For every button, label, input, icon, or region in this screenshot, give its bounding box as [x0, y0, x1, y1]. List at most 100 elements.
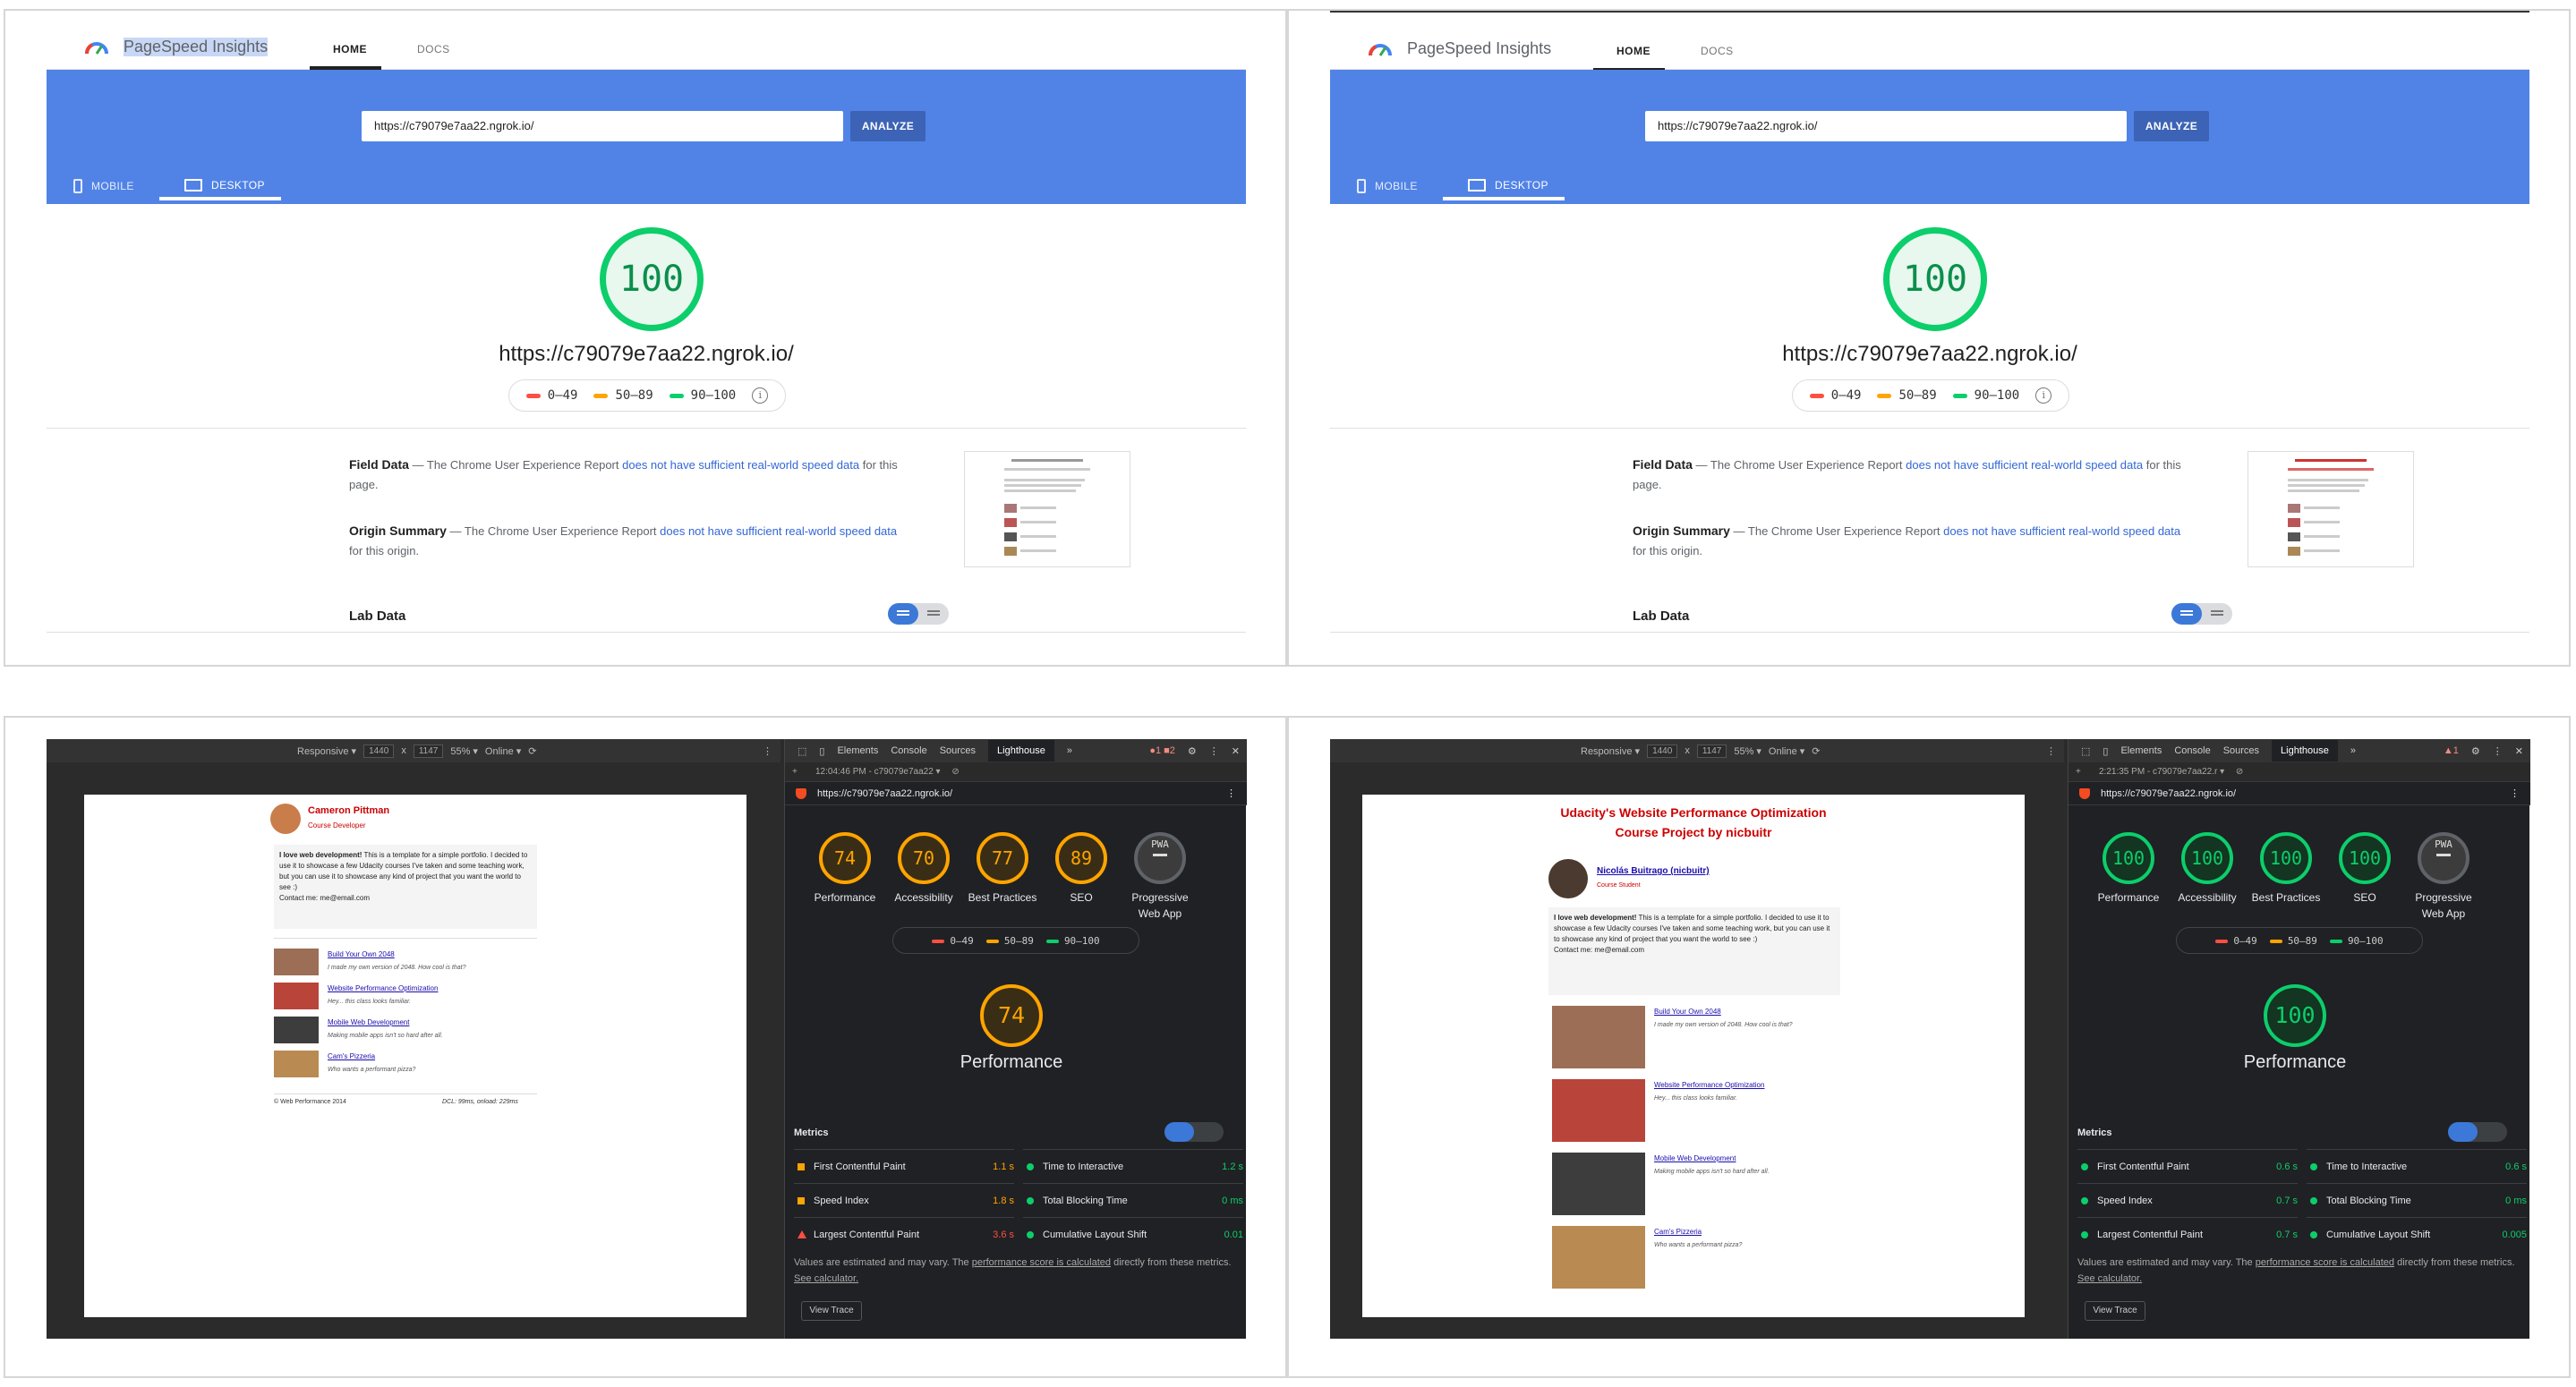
viewport-width-input[interactable]: 1440 [1647, 744, 1678, 758]
tab-home[interactable]: HOME [1616, 45, 1651, 57]
more-options-icon[interactable]: ⋮ [2046, 745, 2056, 757]
responsive-select[interactable]: Responsive ▾ [1581, 745, 1640, 757]
tab-elements[interactable]: Elements [2120, 745, 2162, 756]
clear-icon[interactable]: ⊘ [951, 767, 959, 777]
viewport-scrollbar[interactable] [2051, 762, 2064, 1339]
see-calculator-link[interactable]: See calculator. [2077, 1273, 2142, 1284]
settings-gear-icon[interactable]: ⚙ [1188, 745, 1197, 757]
report-menu-icon[interactable]: ⋮ [1226, 782, 1236, 805]
origin-summary-link[interactable]: does not have sufficient real-world spee… [660, 524, 897, 538]
report-timestamp[interactable]: 2:21:35 PM - c79079e7aa22.r ▾ [2099, 767, 2224, 777]
project-link[interactable]: Build Your Own 2048 [1654, 1008, 1721, 1016]
project-thumbnail[interactable] [274, 1051, 319, 1077]
project-link[interactable]: Website Performance Optimization [1654, 1081, 1764, 1089]
report-selector[interactable]: + 12:04:46 PM - c79079e7aa22 ▾ ⊘ [785, 762, 1247, 782]
tab-desktop[interactable]: DESKTOP [184, 179, 265, 191]
rotate-icon[interactable]: ⟳ [528, 745, 536, 757]
info-icon[interactable]: i [2035, 387, 2052, 404]
clear-icon[interactable]: ⊘ [2236, 767, 2243, 777]
score-calculated-link[interactable]: performance score is calculated [972, 1257, 1111, 1268]
tab-desktop[interactable]: DESKTOP [1468, 179, 1548, 191]
inspect-icon[interactable]: ⬚ [2081, 745, 2090, 757]
see-calculator-link[interactable]: See calculator. [794, 1273, 858, 1284]
view-toggle[interactable] [888, 603, 949, 625]
origin-summary-link[interactable]: does not have sufficient real-world spee… [1943, 524, 2180, 538]
project-thumbnail[interactable] [1552, 1079, 1645, 1142]
toggle-list-icon[interactable] [918, 603, 949, 625]
report-timestamp[interactable]: 12:04:46 PM - c79079e7aa22 ▾ [815, 767, 941, 777]
project-thumbnail[interactable] [1552, 1226, 1645, 1289]
device-toggle-icon[interactable]: ▯ [819, 745, 824, 757]
tab-console[interactable]: Console [2174, 745, 2210, 756]
project-link[interactable]: Website Performance Optimization [328, 984, 438, 992]
author-name[interactable]: Nicolás Buitrago (nicbuitr) [1597, 866, 1710, 876]
rotate-icon[interactable]: ⟳ [1812, 745, 1820, 757]
tab-mobile[interactable]: MOBILE [73, 179, 134, 193]
toggle-list-icon[interactable] [2202, 603, 2232, 625]
close-icon[interactable]: ✕ [1232, 745, 1247, 757]
more-icon[interactable]: ⋮ [1209, 745, 1219, 757]
category-progressive-web-app[interactable]: PWA Progressive Web App [2403, 832, 2484, 922]
more-options-icon[interactable]: ⋮ [763, 745, 772, 757]
tab-sources[interactable]: Sources [2223, 745, 2259, 756]
category-seo[interactable]: 100 SEO [2324, 832, 2405, 906]
viewport-width-input[interactable]: 1440 [363, 744, 395, 758]
category-best-practices[interactable]: 100 Best Practices [2246, 832, 2326, 906]
score-calculated-link[interactable]: performance score is calculated [2256, 1257, 2394, 1268]
project-link[interactable]: Build Your Own 2048 [328, 950, 395, 958]
tab-console[interactable]: Console [891, 745, 926, 756]
project-link[interactable]: Cam's Pizzeria [1654, 1228, 1702, 1236]
viewport-scrollbar[interactable] [768, 762, 780, 1339]
project-link[interactable]: Mobile Web Development [1654, 1154, 1736, 1162]
tab-docs[interactable]: DOCS [1701, 45, 1734, 57]
project-link[interactable]: Cam's Pizzeria [328, 1052, 375, 1060]
metrics-view-toggle[interactable] [2448, 1122, 2507, 1142]
close-icon[interactable]: ✕ [2515, 745, 2530, 757]
tab-lighthouse[interactable]: Lighthouse [988, 740, 1054, 762]
field-data-link[interactable]: does not have sufficient real-world spee… [622, 458, 859, 472]
throttling-select[interactable]: Online ▾ [485, 745, 521, 757]
report-menu-icon[interactable]: ⋮ [2510, 782, 2520, 805]
project-thumbnail[interactable] [1552, 1006, 1645, 1068]
project-thumbnail[interactable] [274, 983, 319, 1009]
toggle-summary-icon[interactable] [1164, 1122, 1194, 1142]
more-icon[interactable]: ⋮ [2493, 745, 2503, 757]
responsive-select[interactable]: Responsive ▾ [297, 745, 356, 757]
tab-docs[interactable]: DOCS [417, 43, 450, 55]
category-seo[interactable]: 89 SEO [1041, 832, 1122, 906]
tab-lighthouse[interactable]: Lighthouse [2272, 740, 2338, 762]
project-link[interactable]: Mobile Web Development [328, 1018, 409, 1026]
category-performance[interactable]: 74 Performance [805, 832, 885, 906]
project-thumbnail[interactable] [274, 1017, 319, 1043]
info-icon[interactable]: i [752, 387, 769, 404]
zoom-select[interactable]: 55% ▾ [450, 745, 478, 757]
view-trace-button[interactable]: View Trace [2085, 1301, 2145, 1321]
view-trace-button[interactable]: View Trace [801, 1301, 862, 1321]
category-best-practices[interactable]: 77 Best Practices [962, 832, 1043, 906]
field-data-link[interactable]: does not have sufficient real-world spee… [1906, 458, 2143, 472]
app-title[interactable]: PageSpeed Insights [124, 38, 269, 56]
category-progressive-web-app[interactable]: PWA Progressive Web App [1120, 832, 1200, 922]
url-input[interactable]: https://c79079e7aa22.ngrok.io/ [362, 111, 843, 141]
toggle-summary-icon[interactable] [888, 603, 918, 625]
issue-badges[interactable]: ●1 ■2 [1149, 745, 1175, 756]
app-title[interactable]: PageSpeed Insights [1407, 39, 1551, 58]
project-thumbnail[interactable] [1552, 1153, 1645, 1215]
throttling-select[interactable]: Online ▾ [1769, 745, 1804, 757]
url-input[interactable]: https://c79079e7aa22.ngrok.io/ [1645, 111, 2127, 141]
tab-more[interactable]: » [2350, 745, 2356, 756]
analyze-button[interactable]: ANALYZE [850, 111, 925, 141]
tab-elements[interactable]: Elements [837, 745, 878, 756]
add-report-icon[interactable]: + [2076, 762, 2081, 782]
category-performance[interactable]: 100 Performance [2088, 832, 2169, 906]
view-toggle[interactable] [2171, 603, 2232, 625]
settings-gear-icon[interactable]: ⚙ [2471, 745, 2480, 757]
project-thumbnail[interactable] [274, 949, 319, 975]
inspect-icon[interactable]: ⬚ [798, 745, 806, 757]
zoom-select[interactable]: 55% ▾ [1734, 745, 1761, 757]
toggle-summary-icon[interactable] [2171, 603, 2202, 625]
device-toggle-icon[interactable]: ▯ [2103, 745, 2108, 757]
tab-more[interactable]: » [1067, 745, 1072, 756]
category-accessibility[interactable]: 100 Accessibility [2167, 832, 2248, 906]
issue-badges[interactable]: ▲1 [2444, 745, 2459, 756]
